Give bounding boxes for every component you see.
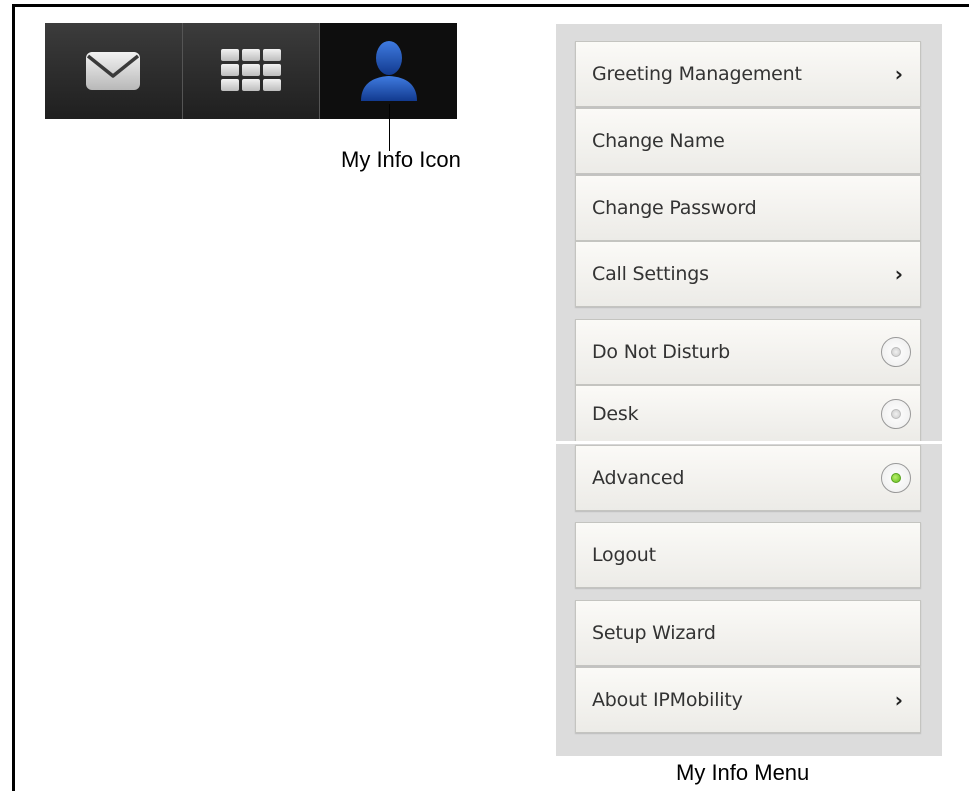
menu-item-label: Greeting Management bbox=[592, 63, 802, 85]
menu-item-greeting-management[interactable]: Greeting Management › bbox=[575, 41, 921, 107]
menu-item-call-settings[interactable]: Call Settings › bbox=[575, 241, 921, 307]
menu-item-label: Do Not Disturb bbox=[592, 341, 730, 363]
menu-item-logout[interactable]: Logout bbox=[575, 522, 921, 588]
chevron-right-icon: › bbox=[894, 688, 903, 712]
menu-item-setup-wizard[interactable]: Setup Wizard bbox=[575, 600, 921, 666]
radio-dot bbox=[891, 347, 901, 357]
my-info-icon-callout: My Info Icon bbox=[341, 147, 461, 172]
menu-item-label: Setup Wizard bbox=[592, 622, 716, 644]
menu-item-label: Advanced bbox=[592, 467, 685, 489]
my-info-person-icon bbox=[360, 41, 417, 101]
menu-item-desk[interactable]: Desk bbox=[575, 385, 921, 443]
menu-item-advanced[interactable]: Advanced bbox=[575, 445, 921, 511]
menu-item-label: Change Name bbox=[592, 130, 725, 152]
menu-item-label: About IPMobility bbox=[592, 689, 743, 711]
chevron-right-icon: › bbox=[894, 62, 903, 86]
my-info-menu-caption: My Info Menu bbox=[676, 760, 810, 785]
menu-item-change-password[interactable]: Change Password bbox=[575, 175, 921, 241]
frame-left-border bbox=[12, 4, 15, 791]
mail-icon bbox=[86, 52, 141, 90]
keypad-icon bbox=[221, 49, 281, 91]
chevron-right-icon: › bbox=[894, 262, 903, 286]
do-not-disturb-radio[interactable] bbox=[881, 337, 911, 367]
crop-separator-line bbox=[556, 441, 969, 444]
tab-keypad[interactable] bbox=[183, 23, 321, 119]
menu-item-label: Logout bbox=[592, 544, 656, 566]
menu-item-change-name[interactable]: Change Name bbox=[575, 108, 921, 174]
menu-item-label: Change Password bbox=[592, 197, 757, 219]
tab-mail[interactable] bbox=[45, 23, 183, 119]
radio-dot bbox=[891, 409, 901, 419]
radio-dot bbox=[891, 473, 901, 483]
frame-top-border bbox=[12, 4, 969, 7]
app-tab-bar bbox=[45, 23, 458, 119]
advanced-radio-selected[interactable] bbox=[881, 463, 911, 493]
menu-item-label: Desk bbox=[592, 403, 639, 425]
menu-item-do-not-disturb[interactable]: Do Not Disturb bbox=[575, 319, 921, 385]
menu-item-label: Call Settings bbox=[592, 263, 709, 285]
menu-item-about[interactable]: About IPMobility › bbox=[575, 667, 921, 733]
desk-radio[interactable] bbox=[881, 399, 911, 429]
callout-pointer-line bbox=[389, 104, 390, 151]
